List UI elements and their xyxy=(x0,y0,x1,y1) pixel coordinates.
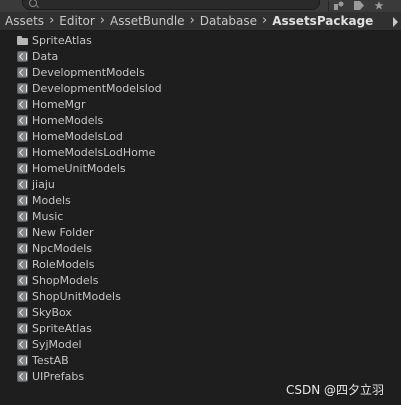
list-item[interactable]: New Folder xyxy=(0,224,401,240)
list-item[interactable]: SyjModel xyxy=(0,336,401,352)
favorite-button[interactable] xyxy=(370,0,388,11)
list-item[interactable]: NpcModels xyxy=(0,240,401,256)
breadcrumb-item-assets[interactable]: Assets xyxy=(5,14,44,28)
asset-bundle-folder-icon xyxy=(17,114,28,126)
folder-label: ShopUnitModels xyxy=(32,289,121,303)
folder-label: DevelopmentModelslod xyxy=(32,81,162,95)
list-item[interactable]: HomeUnitModels xyxy=(0,160,401,176)
list-item[interactable]: HomeModelsLodHome xyxy=(0,144,401,160)
folder-label: DevelopmentModels xyxy=(32,65,145,79)
list-item[interactable]: TestAB xyxy=(0,352,401,368)
folder-label: Data xyxy=(32,49,59,63)
folder-label: HomeMgr xyxy=(32,97,86,111)
asset-bundle-folder-icon xyxy=(17,178,28,190)
list-item[interactable]: SpriteAtlas xyxy=(0,32,401,48)
folder-icon xyxy=(17,35,28,45)
asset-bundle-folder-icon xyxy=(17,290,28,302)
asset-bundle-folder-icon xyxy=(17,130,28,142)
breadcrumb-separator-icon: › xyxy=(99,13,105,28)
breadcrumb-item-database[interactable]: Database xyxy=(200,14,257,28)
folder-label: HomeModels xyxy=(32,113,104,127)
folder-label: HomeModelsLodHome xyxy=(32,145,156,159)
list-item[interactable]: jiaju xyxy=(0,176,401,192)
folder-label: RoleModels xyxy=(32,257,95,271)
asset-bundle-folder-icon xyxy=(17,98,28,110)
asset-bundle-folder-icon xyxy=(17,194,28,206)
asset-bundle-folder-icon xyxy=(17,306,28,318)
filter-by-type-button[interactable] xyxy=(330,0,348,11)
folder-label: SyjModel xyxy=(32,337,82,351)
folder-label: NpcModels xyxy=(32,241,93,255)
list-item[interactable]: DevelopmentModels xyxy=(0,64,401,80)
asset-bundle-folder-icon xyxy=(17,66,28,78)
list-item[interactable]: Music xyxy=(0,208,401,224)
asset-bundle-folder-icon xyxy=(17,226,28,238)
asset-bundle-folder-icon xyxy=(17,82,28,94)
filter-by-label-button[interactable] xyxy=(350,0,368,11)
list-item[interactable]: DevelopmentModelslod xyxy=(0,80,401,96)
folder-label: SpriteAtlas xyxy=(32,321,92,335)
folder-label: ShopModels xyxy=(32,273,99,287)
asset-bundle-folder-icon xyxy=(17,258,28,270)
folder-label: New Folder xyxy=(32,225,94,239)
toolbar-divider xyxy=(328,1,329,11)
asset-bundle-folder-icon xyxy=(17,274,28,286)
folder-label: HomeModelsLod xyxy=(32,129,123,143)
search-icon xyxy=(29,0,37,7)
list-item[interactable]: ShopModels xyxy=(0,272,401,288)
breadcrumb-item-assetspackage[interactable]: AssetsPackage xyxy=(272,14,373,28)
asset-bundle-folder-icon xyxy=(17,50,28,62)
asset-bundle-folder-icon xyxy=(17,370,28,382)
asset-bundle-folder-icon xyxy=(17,242,28,254)
list-item[interactable]: SkyBox xyxy=(0,304,401,320)
asset-bundle-folder-icon xyxy=(17,210,28,222)
folder-label: UIPrefabs xyxy=(32,369,85,383)
list-item[interactable]: RoleModels xyxy=(0,256,401,272)
folder-label: SkyBox xyxy=(32,305,72,319)
folder-list: SpriteAtlas Data DevelopmentModels Devel… xyxy=(0,32,401,384)
folder-label: SpriteAtlas xyxy=(32,33,92,47)
folder-label: Models xyxy=(32,193,71,207)
breadcrumb-scroll-right-icon[interactable] xyxy=(393,17,398,27)
list-item[interactable]: HomeModels xyxy=(0,112,401,128)
folder-label: HomeUnitModels xyxy=(32,161,126,175)
asset-bundle-folder-icon xyxy=(17,162,28,174)
asset-bundle-folder-icon xyxy=(17,322,28,334)
breadcrumb-item-assetbundle[interactable]: AssetBundle xyxy=(110,14,185,28)
list-item[interactable]: HomeMgr xyxy=(0,96,401,112)
filter-by-label-icon xyxy=(354,1,364,10)
list-item[interactable]: HomeModelsLod xyxy=(0,128,401,144)
breadcrumb-separator-icon: › xyxy=(189,13,195,28)
list-item[interactable]: Data xyxy=(0,48,401,64)
breadcrumb: Assets › Editor › AssetBundle › Database… xyxy=(0,12,401,31)
filter-by-type-icon xyxy=(334,1,344,10)
breadcrumb-separator-icon: › xyxy=(262,13,268,28)
asset-bundle-folder-icon xyxy=(17,146,28,158)
list-item[interactable]: Models xyxy=(0,192,401,208)
breadcrumb-item-editor[interactable]: Editor xyxy=(59,14,95,28)
folder-label: jiaju xyxy=(32,177,55,191)
asset-bundle-folder-icon xyxy=(17,354,28,366)
list-item[interactable]: SpriteAtlas xyxy=(0,320,401,336)
folder-label: Music xyxy=(32,209,64,223)
asset-bundle-folder-icon xyxy=(17,338,28,350)
breadcrumb-separator-icon: › xyxy=(49,13,55,28)
folder-label: TestAB xyxy=(32,353,69,367)
watermark: CSDN @四夕立羽 xyxy=(286,383,385,397)
favorite-star-icon xyxy=(374,1,384,10)
list-item[interactable]: ShopUnitModels xyxy=(0,288,401,304)
search-input[interactable] xyxy=(22,0,320,10)
